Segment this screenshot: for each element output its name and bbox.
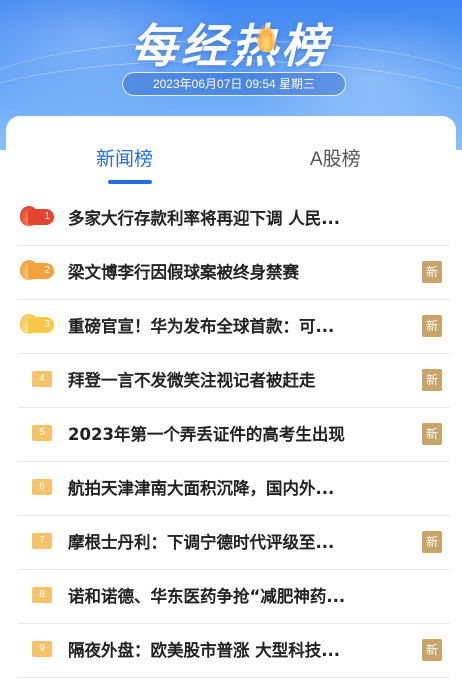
list-item[interactable]: 7 摩根士丹利：下调宁德时代评级至... 新: [18, 516, 450, 570]
ranking-panel: 新闻榜 A股榜 1 多家大行存款利率将再迎下调 人民... 2 梁文博李行因假球…: [6, 116, 456, 696]
app-logo: 每经热榜: [131, 19, 331, 73]
tab-news[interactable]: 新闻榜: [96, 144, 153, 171]
rank-badge: 2: [28, 263, 54, 279]
news-title[interactable]: 多家大行存款利率将再迎下调 人民...: [68, 192, 380, 245]
list-item[interactable]: 5 2023年第一个弄丢证件的高考生出现 新: [18, 408, 450, 462]
list-item[interactable]: 9 隔夜外盘：欧美股市普涨 大型科技... 新: [18, 624, 450, 678]
rank-badge: 3: [28, 317, 54, 333]
new-badge: 新: [422, 639, 442, 661]
new-badge: 新: [422, 423, 442, 445]
list-item[interactable]: 4 拜登一言不发微笑注视记者被赶走 新: [18, 354, 450, 408]
flame-icon: [256, 24, 276, 52]
rank-badge: 1: [28, 209, 54, 225]
tab-a-share[interactable]: A股榜: [310, 144, 361, 171]
news-title[interactable]: 2023年第一个弄丢证件的高考生出现: [68, 408, 380, 461]
news-title[interactable]: 诺和诺德、华东医药争抢“减肥神药...: [68, 570, 380, 623]
news-title[interactable]: 重磅官宣！华为发布全球首款：可...: [68, 300, 380, 353]
news-title[interactable]: 隔夜外盘：欧美股市普涨 大型科技...: [68, 624, 380, 677]
list-item[interactable]: 6 航拍天津津南大面积沉降，国内外...: [18, 462, 450, 516]
rank-badge: 8: [32, 587, 52, 603]
date-display: 2023年06月07日 09:54 星期三: [122, 72, 346, 96]
new-badge: 新: [422, 531, 442, 553]
news-title[interactable]: 拜登一言不发微笑注视记者被赶走: [68, 354, 380, 407]
rank-badge: 7: [32, 533, 52, 549]
news-title[interactable]: 航拍天津津南大面积沉降，国内外...: [68, 462, 380, 515]
list-item[interactable]: 8 诺和诺德、华东医药争抢“减肥神药...: [18, 570, 450, 624]
rank-badge: 4: [32, 371, 52, 387]
rank-badge: 9: [32, 641, 52, 657]
list-item[interactable]: 1 多家大行存款利率将再迎下调 人民...: [18, 192, 450, 246]
rank-badge: 6: [32, 479, 52, 495]
new-badge: 新: [422, 261, 442, 283]
news-list: 1 多家大行存款利率将再迎下调 人民... 2 梁文博李行因假球案被终身禁赛 新…: [6, 192, 456, 678]
new-badge: 新: [422, 315, 442, 337]
tab-bar: 新闻榜 A股榜: [6, 116, 456, 188]
list-item[interactable]: 2 梁文博李行因假球案被终身禁赛 新: [18, 246, 450, 300]
rank-badge: 5: [32, 425, 52, 441]
news-title[interactable]: 梁文博李行因假球案被终身禁赛: [68, 246, 380, 299]
news-title[interactable]: 摩根士丹利：下调宁德时代评级至...: [68, 516, 380, 569]
list-item[interactable]: 3 重磅官宣！华为发布全球首款：可... 新: [18, 300, 450, 354]
new-badge: 新: [422, 369, 442, 391]
active-tab-indicator: [108, 180, 152, 184]
